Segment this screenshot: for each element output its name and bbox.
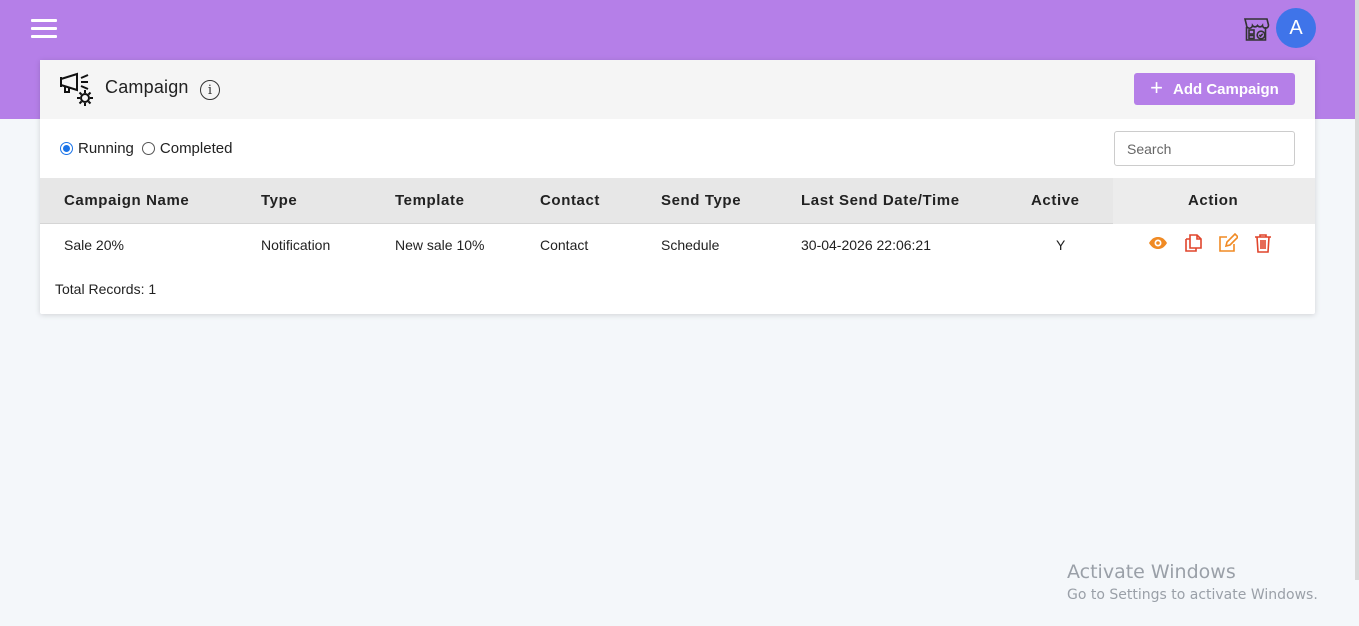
campaign-card: Campaign i + Add Campaign Running Comple… [40, 60, 1315, 314]
cell-last-send: 30-04-2026 22:06:21 [801, 237, 931, 253]
total-records: Total Records: 1 [55, 281, 157, 297]
radio-running[interactable]: Running [60, 140, 134, 157]
hamburger-line [31, 35, 57, 38]
column-header-campaign-name[interactable]: Campaign Name [64, 192, 189, 209]
radio-completed[interactable]: Completed [141, 140, 233, 157]
cell-contact: Contact [540, 237, 589, 253]
megaphone-gear-icon [60, 72, 93, 106]
search-input[interactable] [1114, 131, 1295, 166]
avatar[interactable]: A [1276, 8, 1316, 48]
edit-icon[interactable] [1218, 233, 1238, 253]
row-actions [1148, 233, 1273, 253]
add-campaign-label: Add Campaign [1173, 80, 1279, 98]
delete-icon[interactable] [1253, 233, 1273, 253]
column-header-action: Action [1188, 192, 1239, 209]
column-header-type[interactable]: Type [261, 192, 297, 209]
info-icon[interactable]: i [200, 80, 220, 100]
page-scrollbar[interactable] [1355, 0, 1359, 580]
table-header: Campaign Name Type Template Contact Send… [40, 178, 1315, 224]
store-icon[interactable] [1242, 15, 1270, 43]
column-header-last-send[interactable]: Last Send Date/Time [801, 192, 960, 209]
eye-icon[interactable] [1148, 233, 1168, 253]
copy-icon[interactable] [1183, 233, 1203, 253]
card-header: Campaign i + Add Campaign [40, 60, 1315, 119]
plus-icon: + [1150, 75, 1163, 100]
radio-completed-label: Completed [159, 140, 233, 157]
status-filter: Running Completed [60, 140, 240, 157]
column-header-send-type[interactable]: Send Type [661, 192, 741, 209]
page-title: Campaign [105, 77, 189, 97]
radio-completed-circle[interactable] [141, 142, 155, 155]
cell-type: Notification [261, 237, 331, 253]
watermark-subtitle: Go to Settings to activate Windows. [1067, 587, 1318, 603]
cell-send-type: Schedule [661, 237, 720, 253]
radio-running-label: Running [78, 140, 134, 157]
cell-active: Y [1056, 237, 1066, 253]
column-header-template[interactable]: Template [395, 192, 465, 209]
hamburger-icon[interactable] [31, 18, 57, 38]
add-campaign-button[interactable]: + Add Campaign [1134, 73, 1295, 105]
column-header-contact[interactable]: Contact [540, 192, 600, 209]
hamburger-line [31, 19, 57, 22]
table-row[interactable]: Sale 20% Notification New sale 10% Conta… [40, 224, 1315, 264]
cell-campaign-name: Sale 20% [64, 237, 124, 253]
cell-template: New sale 10% [395, 237, 485, 253]
windows-activation-watermark: Activate Windows Go to Settings to activ… [1067, 561, 1318, 603]
column-header-active[interactable]: Active [1031, 192, 1080, 209]
hamburger-line [31, 27, 57, 30]
radio-running-circle[interactable] [60, 142, 73, 155]
watermark-title: Activate Windows [1067, 561, 1236, 583]
